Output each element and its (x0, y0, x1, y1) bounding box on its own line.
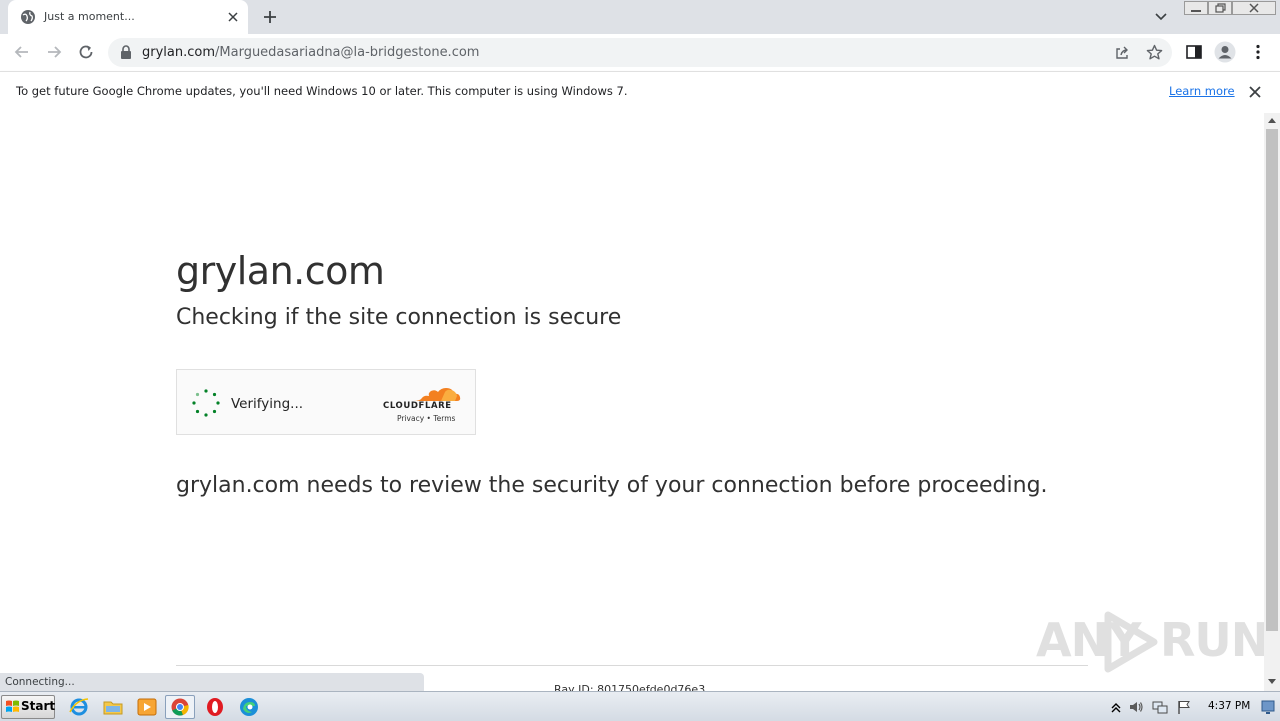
windows-logo-icon (6, 700, 19, 712)
window-close-icon[interactable] (1232, 1, 1276, 15)
url-path: /Marguedasariadna@la-bridgestone.com (215, 45, 480, 60)
update-infobar: To get future Google Chrome updates, you… (0, 71, 1280, 114)
windows-taskbar: Start 4:37 PM (0, 691, 1280, 721)
start-button[interactable]: Start (1, 695, 55, 719)
forward-icon[interactable] (44, 42, 64, 62)
tab-title: Just a moment... (44, 10, 135, 23)
media-player-icon[interactable] (136, 696, 158, 718)
privacy-terms-links[interactable]: Privacy • Terms (397, 414, 455, 423)
status-text: Connecting... (5, 676, 75, 688)
share-icon[interactable] (1114, 45, 1130, 61)
play-icon (1104, 611, 1158, 673)
minimize-icon[interactable] (1184, 1, 1208, 15)
scrollbar-thumb[interactable] (1266, 129, 1278, 631)
kebab-menu-icon[interactable] (1248, 42, 1268, 62)
url-text[interactable]: grylan.com/Marguedasariadna@la-bridgesto… (142, 45, 479, 60)
url-host: grylan.com (142, 45, 216, 60)
ie-icon[interactable] (68, 696, 90, 718)
tab-strip: Just a moment... (0, 0, 1280, 34)
spinner-icon (192, 389, 220, 417)
cloudflare-brand: CLOUDFLARE (383, 401, 452, 411)
opera-icon[interactable] (204, 696, 226, 718)
status-bubble: Connecting... (0, 673, 424, 691)
clock[interactable]: 4:37 PM (1208, 700, 1250, 712)
watermark-right: RUN (1160, 613, 1264, 667)
ray-id: Ray ID: 801750efde0d76e3 (554, 683, 706, 691)
review-message: grylan.com needs to review the security … (176, 473, 1048, 498)
network-icon[interactable] (1152, 699, 1168, 715)
close-tab-icon[interactable] (226, 10, 240, 24)
page-title: grylan.com (176, 249, 385, 293)
anyrun-watermark: ANY RUN (1036, 609, 1264, 679)
profile-avatar-icon[interactable] (1214, 41, 1236, 63)
folder-icon[interactable] (102, 696, 124, 718)
address-bar[interactable]: grylan.com/Marguedasariadna@la-bridgesto… (108, 38, 1172, 67)
learn-more-link[interactable]: Learn more (1169, 84, 1235, 98)
show-desktop-icon[interactable] (1260, 697, 1276, 717)
verifying-label: Verifying... (231, 396, 304, 412)
vertical-scrollbar[interactable] (1264, 113, 1280, 691)
page-content: grylan.com Checking if the site connecti… (0, 113, 1264, 691)
scroll-down-arrow-icon[interactable] (1268, 679, 1276, 685)
edge-icon[interactable] (238, 696, 260, 718)
side-panel-icon[interactable] (1184, 42, 1204, 62)
volume-icon[interactable] (1128, 699, 1144, 715)
restore-icon[interactable] (1208, 1, 1232, 15)
infobar-message: To get future Google Chrome updates, you… (16, 84, 628, 98)
lock-icon[interactable] (120, 45, 132, 60)
browser-tab[interactable]: Just a moment... (8, 0, 248, 34)
footer-divider (176, 665, 1088, 666)
globe-icon (21, 10, 35, 24)
action-center-flag-icon[interactable] (1176, 699, 1192, 715)
back-icon[interactable] (12, 42, 32, 62)
page-subtitle: Checking if the site connection is secur… (176, 305, 622, 330)
close-icon[interactable] (1248, 85, 1262, 99)
cloudflare-challenge-widget[interactable]: Verifying... CLOUDFLARE Privacy • Terms (176, 369, 476, 435)
reload-icon[interactable] (76, 42, 96, 62)
chevron-down-icon[interactable] (1154, 11, 1168, 23)
scroll-up-arrow-icon[interactable] (1268, 117, 1276, 123)
start-label: Start (21, 699, 56, 713)
chrome-icon (171, 698, 189, 716)
show-hidden-icons-icon[interactable] (1108, 699, 1124, 715)
bookmark-star-icon[interactable] (1146, 44, 1163, 61)
chrome-taskbar-button[interactable] (165, 695, 195, 719)
browser-toolbar: grylan.com/Marguedasariadna@la-bridgesto… (0, 34, 1280, 71)
system-tray: 4:37 PM (1104, 695, 1280, 719)
plus-icon[interactable] (262, 9, 278, 25)
